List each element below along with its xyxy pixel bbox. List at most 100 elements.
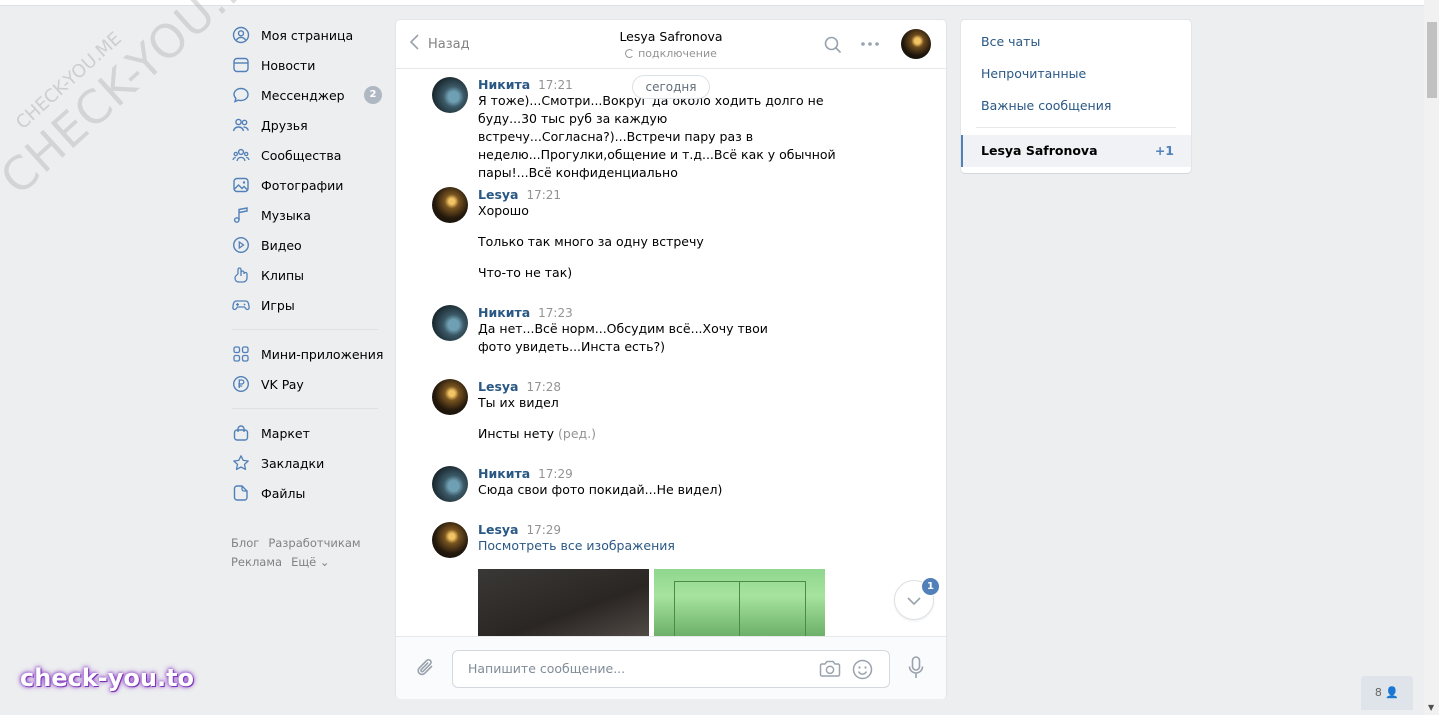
- nav-label: Клипы: [261, 267, 305, 283]
- message-text-edited: Инсты нету (ред.): [478, 425, 858, 443]
- view-all-images-link[interactable]: Посмотреть все изображения: [478, 537, 858, 555]
- menu-important[interactable]: Важные сообщения: [981, 98, 1111, 113]
- nav-item-games[interactable]: Игры: [224, 290, 384, 320]
- footer-link-more[interactable]: Ещё ⌄: [291, 555, 329, 569]
- nav-item-music[interactable]: Музыка: [224, 200, 384, 230]
- author-name[interactable]: Никита: [478, 466, 530, 481]
- footer-link-blog[interactable]: Блог: [231, 536, 259, 550]
- shopping-bag-icon: [232, 424, 250, 442]
- nav-label: Сообщества: [261, 147, 342, 163]
- status-text: подключение: [638, 47, 717, 60]
- online-friends-widget[interactable]: 8 👤: [1361, 676, 1413, 710]
- nav-divider: [232, 329, 378, 330]
- chat-avatar[interactable]: [901, 29, 931, 59]
- message-composer: [396, 636, 946, 699]
- nav-item-friends[interactable]: Друзья: [224, 110, 384, 140]
- menu-all-chats[interactable]: Все чаты: [981, 34, 1040, 49]
- avatar[interactable]: [432, 522, 468, 558]
- photo-content: [674, 581, 806, 636]
- nav-label: Фотографии: [261, 177, 344, 193]
- unread-count-badge: 2: [364, 86, 382, 104]
- microphone-icon[interactable]: [908, 656, 924, 683]
- scrollbar-thumb[interactable]: [1427, 22, 1437, 98]
- author-name[interactable]: Lesya: [478, 522, 518, 537]
- author-name[interactable]: Lesya: [478, 379, 518, 394]
- footer-link-ads[interactable]: Реклама: [231, 555, 282, 569]
- nav-item-video[interactable]: Видео: [224, 230, 384, 260]
- message-time: 17:21: [538, 78, 573, 92]
- scroll-to-bottom-button[interactable]: 1: [894, 577, 940, 620]
- avatar[interactable]: [432, 466, 468, 502]
- menu-unread[interactable]: Непрочитанные: [981, 66, 1086, 81]
- nav-item-bookmarks[interactable]: Закладки: [224, 448, 384, 478]
- photo-attachment[interactable]: [654, 569, 825, 636]
- scroll-down-arrow-icon[interactable]: ▼: [1428, 703, 1434, 712]
- avatar[interactable]: [432, 379, 468, 415]
- nav-label: Моя страница: [261, 27, 354, 43]
- watermark-logo: check-you.to: [20, 664, 195, 692]
- music-note-icon: [232, 206, 250, 224]
- message-text: Инсты нету: [478, 426, 555, 441]
- nav-label: Мини-приложения: [261, 346, 384, 362]
- nav-item-mini-apps[interactable]: Мини-приложения: [224, 339, 384, 369]
- nav-item-my-page[interactable]: Моя страница: [224, 20, 384, 50]
- message-time: 17:21: [526, 188, 562, 202]
- author-name[interactable]: Lesya: [478, 187, 518, 202]
- chat-header: Назад Lesya Safronova подключение: [396, 20, 946, 69]
- avatar[interactable]: [432, 305, 468, 341]
- nav-item-clips[interactable]: Клипы: [224, 260, 384, 290]
- message-list: Никита 17:21 Я тоже)...Смотри...Вокруг да…: [396, 69, 946, 636]
- author-name[interactable]: Никита: [478, 305, 530, 320]
- chat-filter-menu: Все чаты Непрочитанные Важные сообщения …: [961, 20, 1191, 173]
- news-icon: [232, 56, 250, 74]
- nav-item-news[interactable]: Новости: [224, 50, 384, 80]
- ruble-circle-icon: [232, 375, 250, 393]
- left-sidebar: Моя страница Новости Мессенджер 2 Друзья…: [224, 20, 384, 572]
- emoji-icon[interactable]: [852, 659, 873, 683]
- nav-label: Файлы: [261, 485, 306, 501]
- top-header-bar: [0, 0, 1424, 6]
- nav-label: Друзья: [261, 117, 308, 133]
- avatar[interactable]: [432, 77, 468, 113]
- message-time: 17:23: [538, 306, 573, 320]
- author-name[interactable]: Никита: [478, 77, 530, 92]
- message-input-wrapper: [452, 650, 890, 688]
- nav-label: Маркет: [261, 425, 310, 441]
- active-chat-name: Lesya Safronova: [981, 143, 1098, 158]
- message-text: Сюда свои фото покидай...Не видел): [478, 482, 723, 497]
- star-icon: [232, 454, 250, 472]
- nav-label: Новости: [261, 57, 316, 73]
- message-text: Я тоже)...Смотри...Вокруг да около ходит…: [478, 93, 840, 180]
- photo-icon: [232, 176, 250, 194]
- nav-item-communities[interactable]: Сообщества: [224, 140, 384, 170]
- nav-item-messenger[interactable]: Мессенджер 2: [224, 80, 384, 110]
- nav-item-vk-pay[interactable]: VK Pay: [224, 369, 384, 399]
- chat-panel: Назад Lesya Safronova подключение Никита…: [396, 20, 946, 699]
- user-circle-icon: [232, 26, 250, 44]
- message-time: 17:28: [526, 380, 562, 394]
- message-input[interactable]: [466, 660, 810, 677]
- message-time: 17:29: [538, 467, 573, 481]
- nav-item-photos[interactable]: Фотографии: [224, 170, 384, 200]
- message-text: Хорошо: [478, 203, 529, 218]
- nav-item-market[interactable]: Маркет: [224, 418, 384, 448]
- camera-icon[interactable]: [819, 659, 841, 682]
- page-scrollbar[interactable]: ▼: [1424, 0, 1439, 715]
- footer-link-developers[interactable]: Разработчикам: [268, 536, 360, 550]
- menu-active-chat[interactable]: Lesya Safronova +1: [961, 135, 1191, 167]
- avatar[interactable]: [432, 187, 468, 223]
- message-text: Да нет...Всё норм...Обсудим всё...Хочу т…: [478, 321, 772, 354]
- unread-counter: +1: [1154, 143, 1174, 158]
- nav-item-files[interactable]: Файлы: [224, 478, 384, 508]
- date-pill: сегодня: [632, 75, 710, 99]
- more-options-icon[interactable]: [860, 36, 880, 55]
- message-time: 17:29: [526, 523, 562, 537]
- paperclip-icon[interactable]: [416, 657, 436, 682]
- chat-bubble-icon: [232, 86, 250, 104]
- nav-label: Музыка: [261, 207, 311, 223]
- search-icon[interactable]: [824, 36, 842, 57]
- file-icon: [232, 484, 250, 502]
- photo-attachment[interactable]: [478, 569, 649, 636]
- gamepad-icon: [232, 296, 250, 314]
- message-text: Ты их видел: [478, 395, 559, 410]
